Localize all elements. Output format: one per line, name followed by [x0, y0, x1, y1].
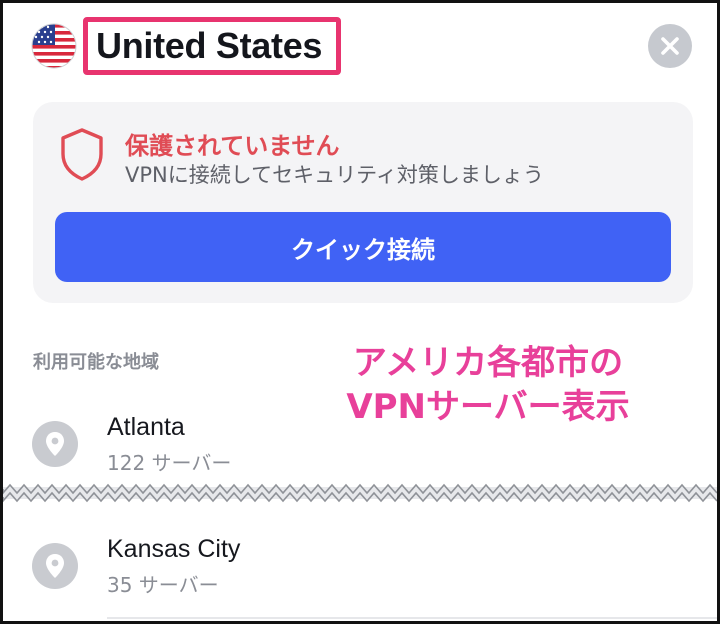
country-title: United States [96, 25, 323, 66]
region-item-kansas-city[interactable]: Kansas City 35 サーバー [3, 521, 717, 611]
close-icon [661, 37, 679, 55]
annotation-line-1: アメリカ各都市の [352, 343, 624, 383]
header: United States [3, 3, 717, 93]
region-server-count: 122 サーバー [107, 451, 232, 475]
location-pin-icon [32, 543, 78, 589]
region-city-name: Atlanta [107, 413, 185, 441]
list-divider [107, 617, 717, 619]
zigzag-separator [3, 483, 717, 503]
quick-connect-button[interactable]: クイック接続 [55, 212, 671, 282]
region-city-name: Kansas City [107, 535, 241, 563]
region-item-atlanta[interactable]: Atlanta 122 サーバー [3, 399, 717, 489]
status-description: VPNに接続してセキュリティ対策しましょう [125, 163, 544, 187]
available-regions-label: 利用可能な地域 [33, 352, 159, 373]
region-server-count: 35 サーバー [107, 573, 219, 597]
us-flag-icon [31, 23, 77, 69]
shield-icon [61, 128, 103, 181]
close-button[interactable] [648, 24, 692, 68]
status-title: 保護されていません [125, 132, 340, 160]
location-pin-icon [32, 421, 78, 467]
protection-status-card: 保護されていません VPNに接続してセキュリティ対策しましょう クイック接続 [33, 102, 693, 303]
vpn-country-panel: United States 保護されていません VPNに接続してセキュリティ対策… [0, 0, 720, 624]
country-title-highlight: United States [83, 17, 341, 75]
